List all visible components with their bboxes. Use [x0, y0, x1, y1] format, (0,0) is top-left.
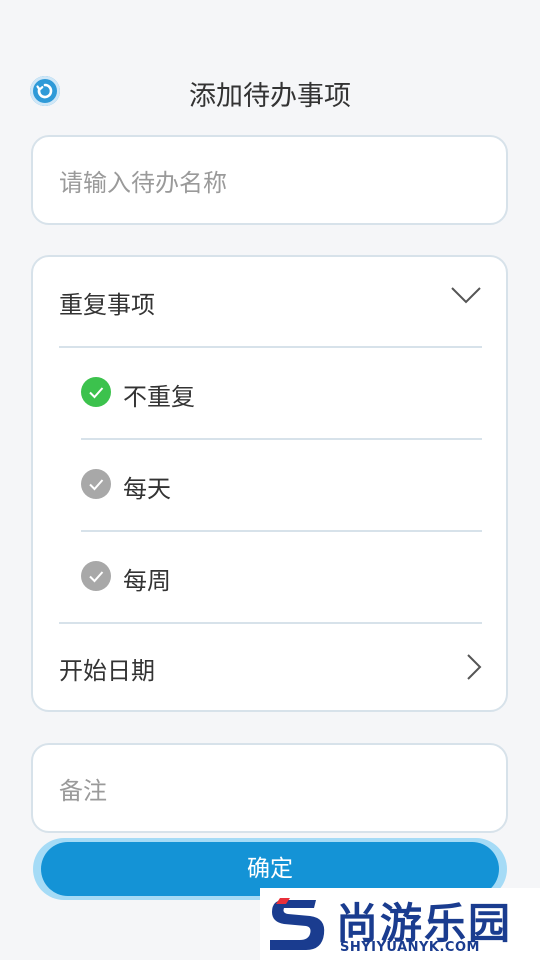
repeat-label: 重复事项	[59, 291, 155, 319]
repeat-option-none[interactable]: 不重复	[81, 347, 482, 439]
start-date-row[interactable]: 开始日期	[33, 623, 506, 713]
chevron-right-icon	[467, 654, 482, 680]
note-field-card	[31, 743, 508, 833]
start-date-label: 开始日期	[59, 657, 155, 685]
check-unselected-icon	[81, 469, 111, 499]
note-input[interactable]	[57, 767, 482, 815]
check-selected-icon	[81, 377, 111, 407]
repeat-option-label: 每周	[123, 567, 171, 595]
repeat-option-daily[interactable]: 每天	[81, 439, 482, 531]
repeat-option-label: 不重复	[123, 383, 195, 411]
page-title: 添加待办事项	[189, 81, 351, 112]
header: 添加待办事项	[0, 62, 540, 122]
repeat-card: 重复事项 不重复 每天 每周 开始日期	[31, 255, 508, 712]
repeat-option-label: 每天	[123, 475, 171, 503]
name-field-card	[31, 135, 508, 225]
todo-name-input[interactable]	[57, 159, 482, 207]
chevron-down-icon	[451, 287, 481, 304]
watermark-url: SHYIYUANYK.COM	[340, 940, 480, 955]
repeat-dropdown[interactable]: 重复事项	[33, 257, 506, 347]
watermark: 尚游乐园 SHYIYUANYK.COM	[260, 888, 540, 960]
repeat-option-weekly[interactable]: 每周	[81, 531, 482, 623]
check-unselected-icon	[81, 561, 111, 591]
watermark-logo-icon	[270, 898, 325, 950]
